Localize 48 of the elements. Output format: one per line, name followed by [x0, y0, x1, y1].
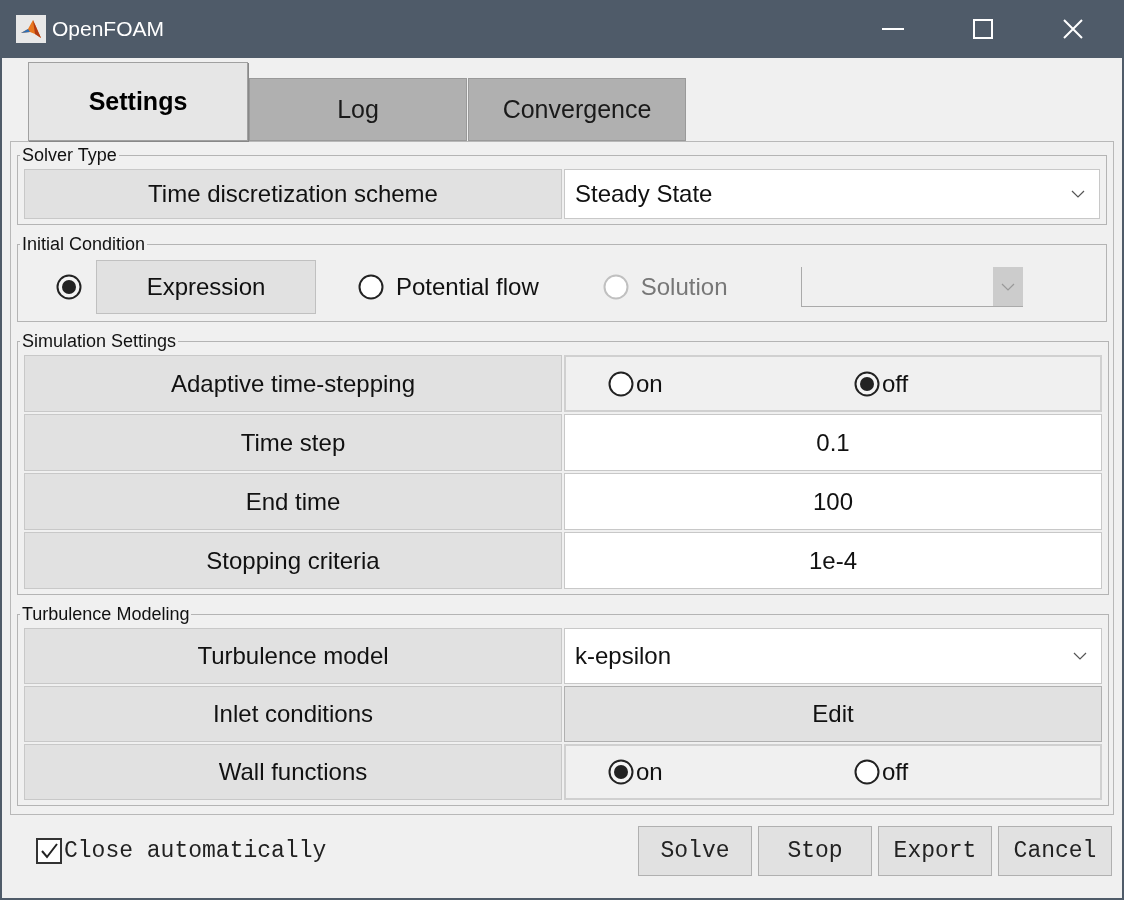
radio-label: off — [882, 757, 909, 787]
input-field[interactable]: 100 — [564, 473, 1102, 530]
close-icon — [1063, 19, 1083, 39]
radio-label: off — [882, 368, 909, 399]
radio-label: Potential flow — [396, 272, 539, 302]
edit-button[interactable]: Edit — [564, 686, 1102, 742]
tab[interactable]: Log — [249, 78, 467, 141]
tab[interactable]: Convergence — [468, 78, 686, 141]
radio-button-icon[interactable] — [854, 370, 880, 397]
dialog-button[interactable]: Stop — [758, 826, 872, 876]
section-title: Initial Condition — [21, 233, 147, 256]
dropdown[interactable]: k-epsilon — [564, 628, 1102, 684]
radio-label: Solution — [640, 272, 728, 302]
radio-button-icon[interactable] — [854, 759, 880, 785]
field-label: End time — [24, 473, 562, 530]
field-label: Stopping criteria — [24, 532, 562, 589]
input-field[interactable]: 0.1 — [564, 414, 1102, 471]
field-label: Inlet conditions — [24, 686, 562, 742]
radio-button-icon[interactable] — [56, 274, 82, 300]
chevron-down-icon — [1071, 190, 1085, 198]
input-field[interactable]: 1e-4 — [564, 532, 1102, 589]
chevron-down-icon — [993, 267, 1024, 306]
radio-label: on — [636, 757, 663, 787]
minimize-icon — [882, 28, 904, 30]
checkbox-label: Close automatically — [64, 836, 327, 866]
dialog-button[interactable]: Export — [878, 826, 992, 876]
section-title: Turbulence Modeling — [21, 603, 191, 626]
radio-button-icon[interactable] — [608, 370, 634, 397]
field-label: Turbulence model — [24, 628, 562, 684]
section-title: Solver Type — [21, 144, 118, 167]
radio-button-icon[interactable] — [358, 274, 384, 300]
option-button[interactable]: Expression — [96, 260, 316, 314]
radio-label: on — [636, 368, 663, 399]
field-label: Time step — [24, 414, 562, 471]
dialog-button[interactable]: Cancel — [998, 826, 1112, 876]
field-label: Time discretization scheme — [24, 169, 562, 219]
dialog-button[interactable]: Solve — [638, 826, 752, 876]
checkbox[interactable] — [36, 838, 62, 864]
radio-button-icon[interactable] — [608, 759, 634, 785]
chevron-down-icon — [1073, 652, 1087, 660]
window-title: OpenFOAM — [52, 16, 165, 43]
field-label: Adaptive time-stepping — [24, 355, 562, 412]
field-label: Wall functions — [24, 744, 562, 800]
section-title: Simulation Settings — [21, 330, 178, 353]
app-logo-icon — [16, 15, 46, 43]
maximize-icon — [973, 19, 993, 39]
dropdown[interactable]: Steady State — [564, 169, 1100, 219]
tab[interactable]: Settings — [28, 62, 248, 141]
